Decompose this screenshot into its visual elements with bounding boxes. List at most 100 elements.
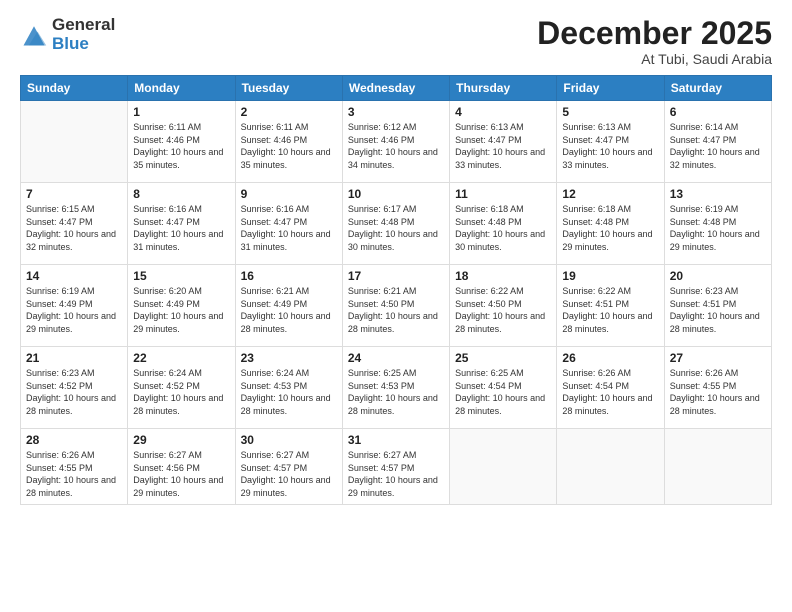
calendar-cell: 27 Sunrise: 6:26 AMSunset: 4:55 PMDayligh… — [664, 347, 771, 429]
day-number: 22 — [133, 351, 229, 365]
logo-text: General Blue — [52, 16, 115, 53]
day-number: 7 — [26, 187, 122, 201]
day-number: 30 — [241, 433, 337, 447]
day-number: 28 — [26, 433, 122, 447]
week-row-2: 7Sunrise: 6:15 AMSunset: 4:47 PMDaylight… — [21, 183, 772, 265]
day-number: 14 — [26, 269, 122, 283]
weekday-header-wednesday: Wednesday — [342, 76, 449, 101]
day-number: 20 — [670, 269, 766, 283]
calendar-cell: 7Sunrise: 6:15 AMSunset: 4:47 PMDaylight… — [21, 183, 128, 265]
calendar-cell: 12Sunrise: 6:18 AMSunset: 4:48 PMDayligh… — [557, 183, 664, 265]
day-number: 19 — [562, 269, 658, 283]
calendar-cell: 22 Sunrise: 6:24 AMSunset: 4:52 PMDayligh… — [128, 347, 235, 429]
day-info: Sunrise: 6:14 AMSunset: 4:47 PMDaylight:… — [670, 121, 766, 171]
week-row-1: 1 Sunrise: 6:11 AMSunset: 4:46 PMDaylight… — [21, 101, 772, 183]
calendar-cell: 30 Sunrise: 6:27 AMSunset: 4:57 PMDayligh… — [235, 429, 342, 504]
day-info: Sunrise: 6:26 AMSunset: 4:55 PMDaylight:… — [670, 367, 766, 417]
day-number: 23 — [241, 351, 337, 365]
day-info: Sunrise: 6:27 AMSunset: 4:56 PMDaylight:… — [133, 449, 229, 499]
calendar-cell: 19 Sunrise: 6:22 AMSunset: 4:51 PMDayligh… — [557, 265, 664, 347]
main-title: December 2025 — [537, 16, 772, 51]
calendar-cell: 28 Sunrise: 6:26 AMSunset: 4:55 PMDayligh… — [21, 429, 128, 504]
day-info: Sunrise: 6:23 AMSunset: 4:51 PMDaylight:… — [670, 285, 766, 335]
calendar-cell — [664, 429, 771, 504]
day-info: Sunrise: 6:25 AMSunset: 4:53 PMDaylight:… — [348, 367, 444, 417]
week-row-4: 21 Sunrise: 6:23 AMSunset: 4:52 PMDayligh… — [21, 347, 772, 429]
calendar-cell: 11Sunrise: 6:18 AMSunset: 4:48 PMDayligh… — [450, 183, 557, 265]
weekday-header-thursday: Thursday — [450, 76, 557, 101]
day-number: 16 — [241, 269, 337, 283]
day-info: Sunrise: 6:21 AMSunset: 4:50 PMDaylight:… — [348, 285, 444, 335]
day-number: 25 — [455, 351, 551, 365]
page: General Blue December 2025 At Tubi, Saud… — [0, 0, 792, 612]
day-info: Sunrise: 6:25 AMSunset: 4:54 PMDaylight:… — [455, 367, 551, 417]
day-info: Sunrise: 6:23 AMSunset: 4:52 PMDaylight:… — [26, 367, 122, 417]
day-number: 11 — [455, 187, 551, 201]
day-info: Sunrise: 6:24 AMSunset: 4:52 PMDaylight:… — [133, 367, 229, 417]
day-number: 15 — [133, 269, 229, 283]
logo-blue: Blue — [52, 35, 115, 54]
day-info: Sunrise: 6:26 AMSunset: 4:54 PMDaylight:… — [562, 367, 658, 417]
weekday-header-sunday: Sunday — [21, 76, 128, 101]
calendar-cell: 24 Sunrise: 6:25 AMSunset: 4:53 PMDayligh… — [342, 347, 449, 429]
day-number: 27 — [670, 351, 766, 365]
day-info: Sunrise: 6:19 AMSunset: 4:49 PMDaylight:… — [26, 285, 122, 335]
calendar-cell: 4 Sunrise: 6:13 AMSunset: 4:47 PMDaylight… — [450, 101, 557, 183]
title-block: December 2025 At Tubi, Saudi Arabia — [537, 16, 772, 67]
calendar-cell: 10Sunrise: 6:17 AMSunset: 4:48 PMDayligh… — [342, 183, 449, 265]
day-number: 18 — [455, 269, 551, 283]
logo-general: General — [52, 16, 115, 35]
weekday-header-saturday: Saturday — [664, 76, 771, 101]
day-info: Sunrise: 6:21 AMSunset: 4:49 PMDaylight:… — [241, 285, 337, 335]
day-info: Sunrise: 6:22 AMSunset: 4:50 PMDaylight:… — [455, 285, 551, 335]
calendar-cell: 23 Sunrise: 6:24 AMSunset: 4:53 PMDayligh… — [235, 347, 342, 429]
day-number: 24 — [348, 351, 444, 365]
day-number: 4 — [455, 105, 551, 119]
day-number: 17 — [348, 269, 444, 283]
day-number: 2 — [241, 105, 337, 119]
calendar: SundayMondayTuesdayWednesdayThursdayFrid… — [20, 75, 772, 504]
calendar-cell: 8Sunrise: 6:16 AMSunset: 4:47 PMDaylight… — [128, 183, 235, 265]
subtitle: At Tubi, Saudi Arabia — [537, 51, 772, 67]
calendar-cell — [557, 429, 664, 504]
day-info: Sunrise: 6:13 AMSunset: 4:47 PMDaylight:… — [562, 121, 658, 171]
day-number: 8 — [133, 187, 229, 201]
day-number: 12 — [562, 187, 658, 201]
calendar-cell — [450, 429, 557, 504]
day-number: 13 — [670, 187, 766, 201]
calendar-cell: 3 Sunrise: 6:12 AMSunset: 4:46 PMDaylight… — [342, 101, 449, 183]
calendar-cell: 18 Sunrise: 6:22 AMSunset: 4:50 PMDayligh… — [450, 265, 557, 347]
day-number: 31 — [348, 433, 444, 447]
day-number: 3 — [348, 105, 444, 119]
calendar-cell: 14 Sunrise: 6:19 AMSunset: 4:49 PMDayligh… — [21, 265, 128, 347]
calendar-cell: 26 Sunrise: 6:26 AMSunset: 4:54 PMDayligh… — [557, 347, 664, 429]
calendar-cell: 5Sunrise: 6:13 AMSunset: 4:47 PMDaylight… — [557, 101, 664, 183]
day-info: Sunrise: 6:11 AMSunset: 4:46 PMDaylight:… — [133, 121, 229, 171]
day-info: Sunrise: 6:13 AMSunset: 4:47 PMDaylight:… — [455, 121, 551, 171]
day-info: Sunrise: 6:24 AMSunset: 4:53 PMDaylight:… — [241, 367, 337, 417]
weekday-header-monday: Monday — [128, 76, 235, 101]
calendar-cell: 1 Sunrise: 6:11 AMSunset: 4:46 PMDaylight… — [128, 101, 235, 183]
calendar-cell: 15 Sunrise: 6:20 AMSunset: 4:49 PMDayligh… — [128, 265, 235, 347]
header: General Blue December 2025 At Tubi, Saud… — [20, 16, 772, 67]
day-info: Sunrise: 6:22 AMSunset: 4:51 PMDaylight:… — [562, 285, 658, 335]
weekday-header-tuesday: Tuesday — [235, 76, 342, 101]
day-info: Sunrise: 6:20 AMSunset: 4:49 PMDaylight:… — [133, 285, 229, 335]
logo: General Blue — [20, 16, 115, 53]
day-number: 6 — [670, 105, 766, 119]
calendar-cell: 17 Sunrise: 6:21 AMSunset: 4:50 PMDayligh… — [342, 265, 449, 347]
day-number: 21 — [26, 351, 122, 365]
calendar-cell: 9Sunrise: 6:16 AMSunset: 4:47 PMDaylight… — [235, 183, 342, 265]
day-number: 1 — [133, 105, 229, 119]
day-info: Sunrise: 6:26 AMSunset: 4:55 PMDaylight:… — [26, 449, 122, 499]
day-info: Sunrise: 6:27 AMSunset: 4:57 PMDaylight:… — [241, 449, 337, 499]
calendar-cell: 21 Sunrise: 6:23 AMSunset: 4:52 PMDayligh… — [21, 347, 128, 429]
calendar-cell: 20 Sunrise: 6:23 AMSunset: 4:51 PMDayligh… — [664, 265, 771, 347]
day-info: Sunrise: 6:12 AMSunset: 4:46 PMDaylight:… — [348, 121, 444, 171]
day-info: Sunrise: 6:11 AMSunset: 4:46 PMDaylight:… — [241, 121, 337, 171]
day-info: Sunrise: 6:27 AMSunset: 4:57 PMDaylight:… — [348, 449, 444, 499]
day-number: 26 — [562, 351, 658, 365]
week-row-3: 14 Sunrise: 6:19 AMSunset: 4:49 PMDayligh… — [21, 265, 772, 347]
calendar-cell: 31 Sunrise: 6:27 AMSunset: 4:57 PMDayligh… — [342, 429, 449, 504]
logo-icon — [20, 21, 48, 49]
